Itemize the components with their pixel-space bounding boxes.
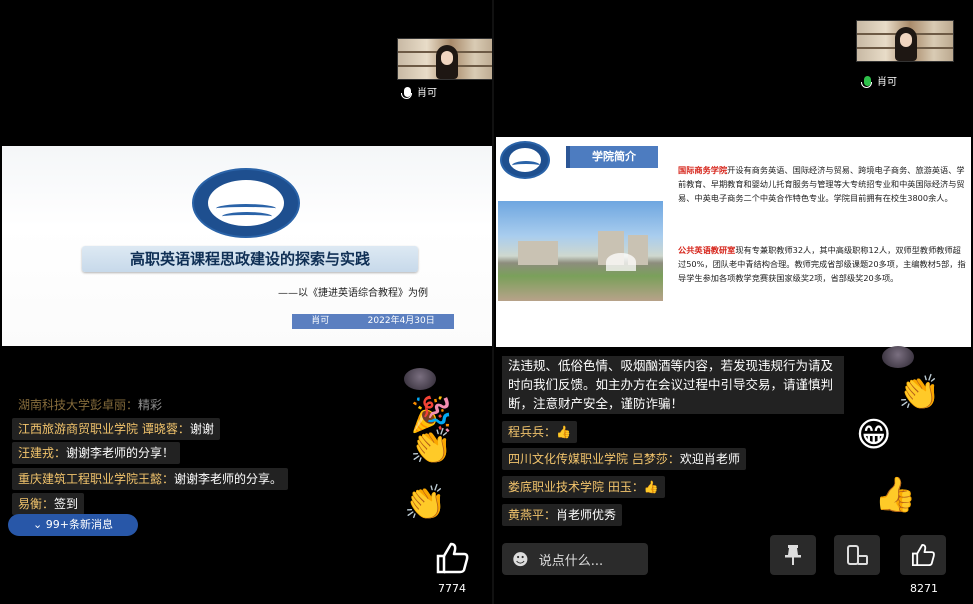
- chat-message: 程兵兵：👍: [502, 421, 577, 443]
- speaker-name: 肖可: [877, 77, 897, 88]
- like-count: 8271: [910, 582, 938, 595]
- clapping-hands-icon: 👏: [898, 373, 941, 413]
- chat-message: 黄燕平：肖老师优秀: [502, 504, 623, 526]
- chat-input[interactable]: ☻ 说点什么...: [502, 543, 648, 575]
- pin-icon: [785, 545, 801, 565]
- emoji-icon[interactable]: ☻: [512, 550, 529, 569]
- chevron-down-icon: ⌄: [33, 518, 46, 531]
- thumbs-up-icon: [911, 543, 935, 567]
- speaker-label: 肖可: [861, 73, 897, 88]
- new-messages-button[interactable]: ⌄ 99+条新消息: [8, 514, 138, 536]
- chat-notice: 法违规、低俗色情、吸烟酗酒等内容，若发现违规行为请及时向我们反馈。如主办方在会议…: [502, 356, 844, 414]
- thumbs-up-icon: 👍: [556, 425, 571, 439]
- chat-input-placeholder: 说点什么...: [538, 553, 604, 569]
- clapping-hands-icon: 👏: [410, 427, 453, 467]
- chat-message: 四川文化传媒职业学院 吕梦莎：欢迎肖老师: [502, 448, 746, 470]
- speaker-video-thumbnail[interactable]: [856, 20, 954, 62]
- slide-title: 高职英语课程思政建设的探索与实践: [82, 246, 418, 272]
- slide-author: 肖可: [311, 316, 330, 326]
- viewer-avatar: [882, 346, 914, 368]
- thumbs-up-icon: [436, 542, 469, 574]
- thumbs-up-icon: 👍: [874, 475, 917, 515]
- left-stream-panel: 肖可 高职英语课程思政建设的探索与实践 ——以《捷进英语综合教程》为例 肖可 2…: [0, 0, 493, 604]
- viewer-avatar: [404, 368, 436, 390]
- speaker-video-thumbnail[interactable]: [397, 38, 493, 80]
- chat-message: 汪建戎：谢谢李老师的分享！: [12, 442, 181, 464]
- slide-paragraph: 公共英语教研室现有专兼职教师32人，其中高级职称12人，双师型教师教师超过50%…: [678, 245, 966, 283]
- college-logo: [192, 168, 300, 238]
- section-title: 学院简介: [566, 146, 658, 168]
- presentation-slide: 高职英语课程思政建设的探索与实践 ——以《捷进英语综合教程》为例 肖可 2022…: [2, 146, 492, 346]
- grinning-face-icon: 😁: [856, 415, 892, 455]
- slide-subtitle: ——以《捷进英语综合教程》为例: [278, 288, 428, 299]
- microphone-icon: [401, 86, 412, 99]
- clapping-hands-icon: 👏: [404, 483, 447, 523]
- speaker-label: 肖可: [401, 84, 437, 99]
- presentation-slide: 学院简介 国际商务学院开设有商务英语、国际经济与贸易、跨境电子商务、旅游英语、学…: [496, 137, 971, 347]
- slide-date: 2022年4月30日: [367, 316, 435, 326]
- chat-message: 易衡：签到: [12, 493, 85, 515]
- college-logo: [500, 141, 550, 179]
- chat-message: 娄底职业技术学院 田玉：👍: [502, 476, 665, 498]
- screen-rotate-button[interactable]: [834, 535, 880, 575]
- like-button[interactable]: [900, 535, 946, 575]
- campus-photo: [498, 201, 663, 301]
- thumbs-up-icon: 👍: [643, 480, 659, 494]
- microphone-icon: [861, 75, 872, 88]
- screen-rotate-icon: [847, 545, 868, 565]
- speaker-name: 肖可: [417, 88, 437, 99]
- like-count: 7774: [438, 582, 466, 595]
- slide-paragraph: 国际商务学院开设有商务英语、国际经济与贸易、跨境电子商务、旅游英语、学前教育、早…: [678, 165, 965, 203]
- slide-author-bar: 肖可 2022年4月30日: [292, 314, 454, 329]
- chat-message: 重庆建筑工程职业学院王懿：谢谢李老师的分享。: [12, 468, 289, 490]
- right-stream-panel: 肖可 学院简介 国际商务学院开设有商务英语、国际经济与贸易、跨境电子商务、旅游英…: [494, 0, 973, 604]
- chat-message: 湖南科技大学彭卓丽：精彩: [18, 398, 163, 412]
- chat-message: 江西旅游商贸职业学院 谭晓蓉：谢谢: [12, 418, 220, 440]
- pin-button[interactable]: [770, 535, 816, 575]
- like-button[interactable]: [432, 540, 472, 576]
